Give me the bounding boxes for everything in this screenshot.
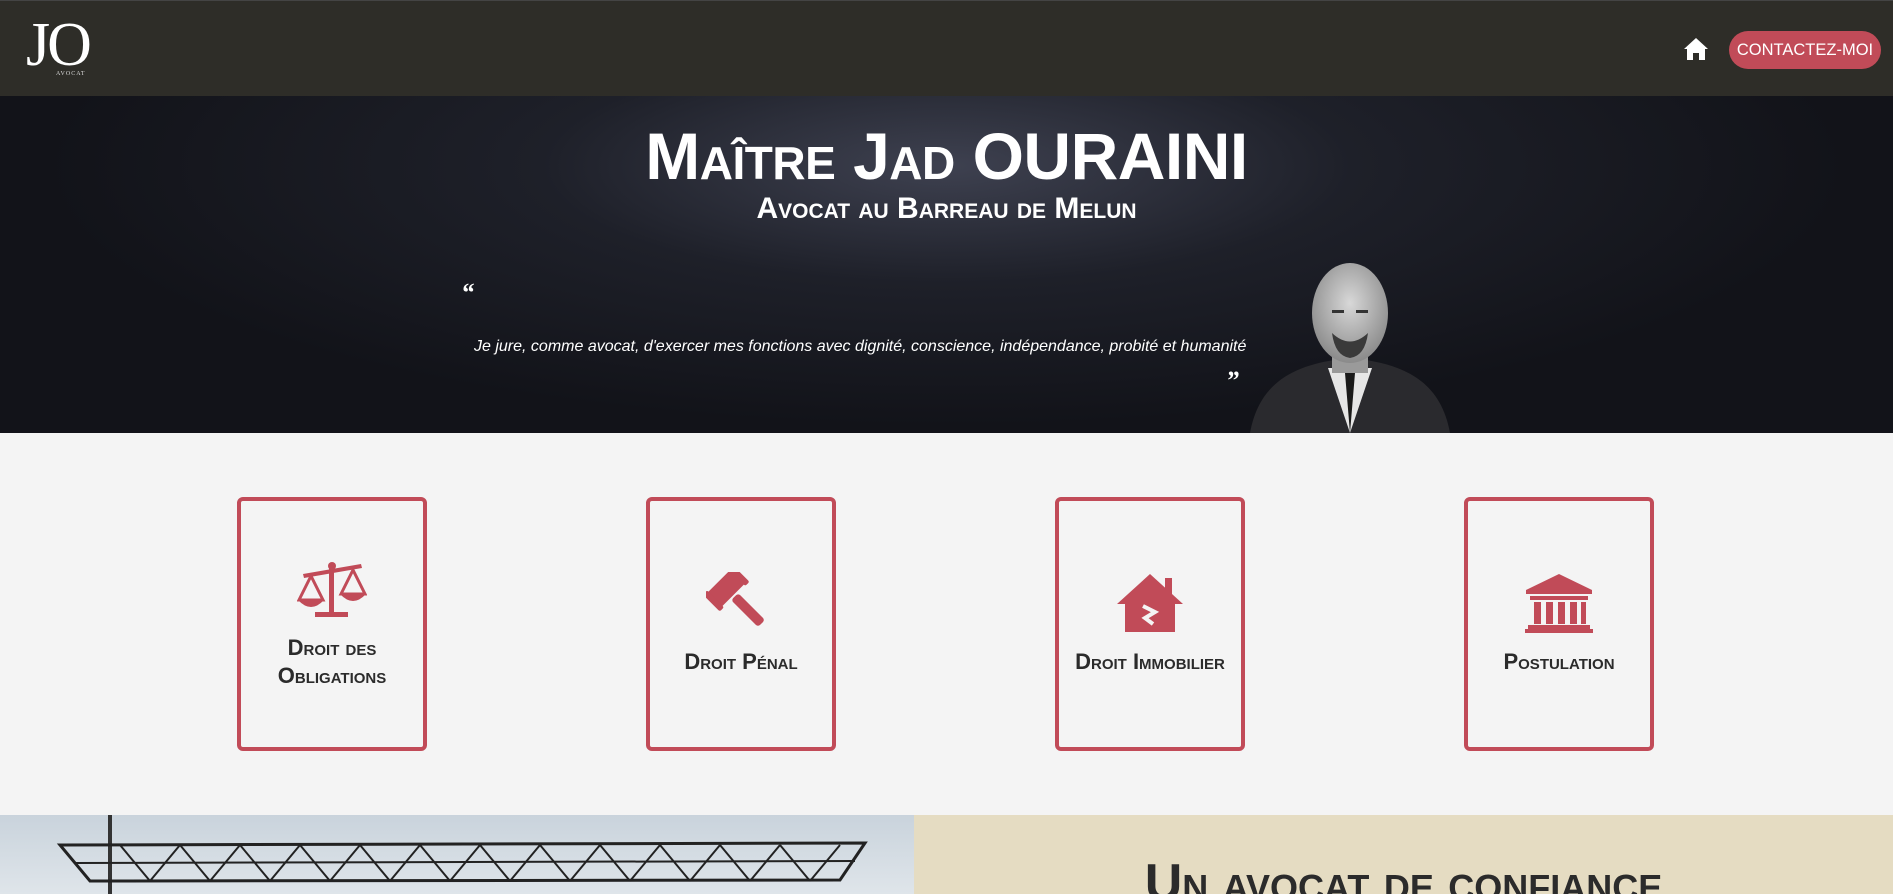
service-card-immobilier[interactable]: Droit Immobilier [1055, 497, 1245, 751]
about-heading: Un avocat de confiance [1144, 854, 1663, 894]
gavel-icon [703, 565, 776, 634]
oath-quote: Je jure, comme avocat, d'exercer mes fon… [474, 338, 1247, 355]
hero-banner: Maître Jad OURAINI Avocat au Barreau de … [0, 96, 1893, 433]
quote-close-mark: ” [1226, 366, 1239, 395]
services-section: Droit des Obligations Droit Pénal Droit … [0, 433, 1893, 815]
hero-subtitle: Avocat au Barreau de Melun [756, 192, 1137, 225]
service-label: Droit des Obligations [277, 635, 387, 688]
building-photo [0, 815, 914, 894]
quote-open-mark: “ [461, 278, 474, 307]
about-section: Un avocat de confiance [914, 815, 1893, 894]
logo-mark: JO [26, 11, 92, 79]
service-card-obligations[interactable]: Droit des Obligations [237, 497, 427, 751]
logo-subtitle: AVOCAT [56, 71, 86, 77]
site-logo[interactable]: JO AVOCAT [26, 11, 96, 81]
service-card-postulation[interactable]: Postulation [1464, 497, 1654, 751]
contact-button[interactable]: CONTACTEZ-MOI [1729, 31, 1881, 69]
top-navbar: JO AVOCAT CONTACTEZ-MOI [0, 0, 1893, 96]
service-label: Droit Immobilier [1075, 649, 1225, 674]
hero-title: Maître Jad OURAINI [645, 119, 1248, 193]
service-label: Postulation [1503, 649, 1615, 674]
lawyer-portrait [1250, 258, 1450, 433]
house-icon [1115, 572, 1185, 634]
scale-icon [296, 558, 368, 620]
service-card-penal[interactable]: Droit Pénal [646, 497, 836, 751]
home-icon[interactable] [1682, 35, 1710, 63]
service-label: Droit Pénal [684, 649, 798, 674]
courthouse-icon [1524, 572, 1594, 634]
